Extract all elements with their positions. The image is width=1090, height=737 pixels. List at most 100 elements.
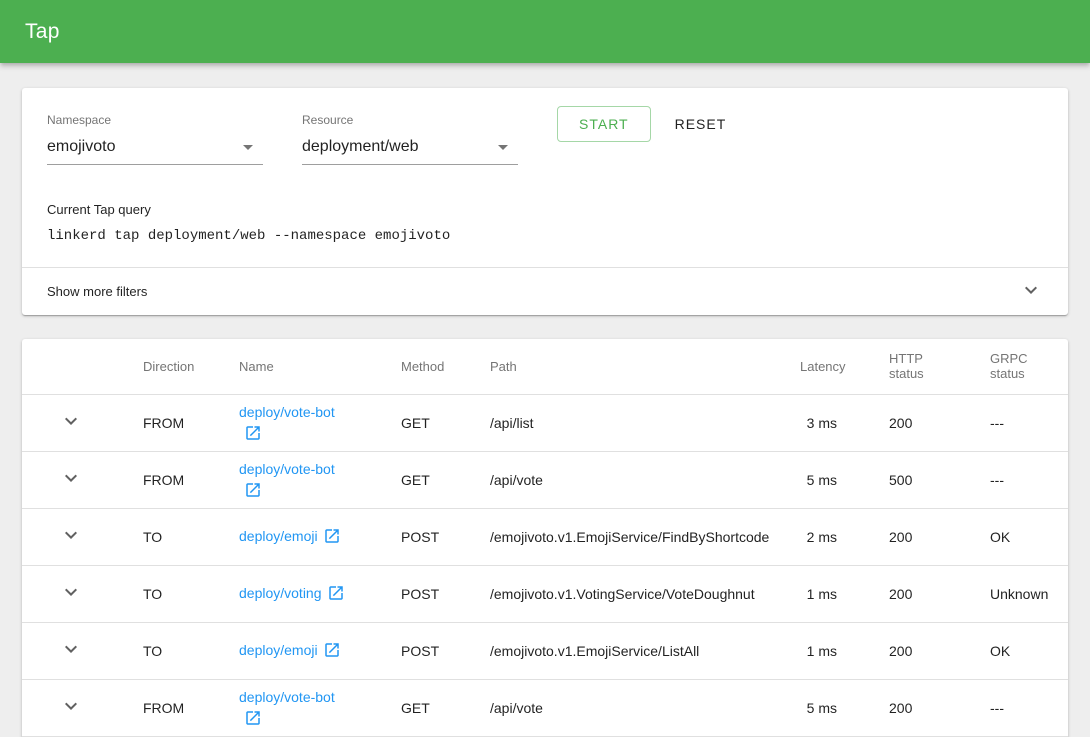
chevron-down-icon (59, 523, 83, 547)
current-tap-query-label: Current Tap query (47, 202, 1043, 217)
http-status-cell: 200 (873, 679, 974, 736)
namespace-select[interactable]: emojivoto (47, 134, 263, 165)
resource-select-group: Resource deployment/web (302, 113, 518, 165)
column-header-name: Name (223, 339, 385, 394)
namespace-label: Namespace (47, 113, 263, 127)
name-cell: deploy/voting (223, 565, 385, 622)
http-status-cell: 200 (873, 565, 974, 622)
column-header-http-status: HTTP status (873, 339, 974, 394)
table-row: FROM deploy/vote-bot GET /api/list 3 ms … (22, 394, 1068, 451)
name-cell: deploy/vote-bot (223, 394, 385, 451)
expand-row-button[interactable] (59, 409, 83, 433)
direction-cell: TO (127, 508, 223, 565)
direction-cell: TO (127, 622, 223, 679)
direction-cell: FROM (127, 451, 223, 508)
resource-link[interactable]: deploy/voting (239, 585, 322, 601)
tap-filter-card: Namespace emojivoto Resource deployment/… (22, 88, 1068, 315)
path-cell: /emojivoto.v1.VotingService/VoteDoughnut (474, 565, 784, 622)
path-cell: /emojivoto.v1.EmojiService/FindByShortco… (474, 508, 784, 565)
expand-row-button[interactable] (59, 466, 83, 490)
open-in-new-icon[interactable] (323, 641, 341, 659)
method-cell: POST (385, 622, 474, 679)
table-row: FROM deploy/vote-bot GET /api/vote 5 ms … (22, 679, 1068, 736)
table-header-row: Direction Name Method Path Latency HTTP … (22, 339, 1068, 394)
resource-select[interactable]: deployment/web (302, 134, 518, 165)
show-more-filters-label: Show more filters (47, 284, 147, 299)
http-status-cell: 200 (873, 622, 974, 679)
path-cell: /api/list (474, 394, 784, 451)
tap-results-table: Direction Name Method Path Latency HTTP … (22, 339, 1068, 737)
latency-cell: 1 ms (784, 565, 873, 622)
open-in-new-icon[interactable] (244, 481, 262, 499)
table-row: TO deploy/voting POST /emojivoto.v1.Voti… (22, 565, 1068, 622)
table-body: FROM deploy/vote-bot GET /api/list 3 ms … (22, 394, 1068, 736)
method-cell: GET (385, 451, 474, 508)
column-header-latency: Latency (784, 339, 873, 394)
name-cell: deploy/vote-bot (223, 679, 385, 736)
expand-row-button[interactable] (59, 580, 83, 604)
current-tap-query: linkerd tap deployment/web --namespace e… (47, 228, 1043, 244)
open-in-new-icon[interactable] (244, 424, 262, 442)
name-cell: deploy/emoji (223, 508, 385, 565)
grpc-status-cell: OK (974, 622, 1068, 679)
show-more-filters-toggle[interactable]: Show more filters (22, 268, 1068, 315)
column-header-method: Method (385, 339, 474, 394)
resource-link[interactable]: deploy/vote-bot (239, 461, 335, 477)
latency-cell: 2 ms (784, 508, 873, 565)
grpc-status-cell: --- (974, 451, 1068, 508)
resource-link[interactable]: deploy/emoji (239, 528, 318, 544)
table-row: FROM deploy/vote-bot GET /api/vote 5 ms … (22, 451, 1068, 508)
direction-cell: TO (127, 565, 223, 622)
method-cell: GET (385, 394, 474, 451)
resource-link[interactable]: deploy/vote-bot (239, 404, 335, 420)
chevron-down-icon (59, 580, 83, 604)
http-status-cell: 200 (873, 508, 974, 565)
expand-row-button[interactable] (59, 694, 83, 718)
table-row: TO deploy/emoji POST /emojivoto.v1.Emoji… (22, 508, 1068, 565)
method-cell: POST (385, 508, 474, 565)
resource-label: Resource (302, 113, 518, 127)
chevron-down-icon (1019, 278, 1043, 305)
app-bar: Tap (0, 0, 1090, 63)
start-button[interactable]: START (557, 106, 651, 142)
name-cell: deploy/vote-bot (223, 451, 385, 508)
latency-cell: 3 ms (784, 394, 873, 451)
resource-link[interactable]: deploy/vote-bot (239, 689, 335, 705)
expand-row-button[interactable] (59, 523, 83, 547)
open-in-new-icon[interactable] (327, 584, 345, 602)
chevron-down-icon (59, 466, 83, 490)
expand-row-button[interactable] (59, 637, 83, 661)
resource-link[interactable]: deploy/emoji (239, 642, 318, 658)
method-cell: GET (385, 679, 474, 736)
table-row: TO deploy/emoji POST /emojivoto.v1.Emoji… (22, 622, 1068, 679)
path-cell: /api/vote (474, 451, 784, 508)
http-status-cell: 500 (873, 451, 974, 508)
expander-column-header (22, 339, 127, 394)
latency-cell: 5 ms (784, 451, 873, 508)
resource-value: deployment/web (302, 138, 419, 156)
chevron-down-icon (59, 637, 83, 661)
column-header-grpc-status: GRPC status (974, 339, 1068, 394)
grpc-status-cell: OK (974, 508, 1068, 565)
direction-cell: FROM (127, 679, 223, 736)
open-in-new-icon[interactable] (244, 709, 262, 727)
name-cell: deploy/emoji (223, 622, 385, 679)
namespace-select-group: Namespace emojivoto (47, 113, 263, 165)
chevron-down-icon (59, 694, 83, 718)
dropdown-arrow-icon (243, 145, 253, 150)
page-title: Tap (25, 20, 60, 44)
path-cell: /api/vote (474, 679, 784, 736)
chevron-down-icon (59, 409, 83, 433)
main-content: Namespace emojivoto Resource deployment/… (0, 88, 1090, 737)
path-cell: /emojivoto.v1.EmojiService/ListAll (474, 622, 784, 679)
open-in-new-icon[interactable] (323, 527, 341, 545)
column-header-direction: Direction (127, 339, 223, 394)
grpc-status-cell: --- (974, 679, 1068, 736)
grpc-status-cell: --- (974, 394, 1068, 451)
grpc-status-cell: Unknown (974, 565, 1068, 622)
reset-button[interactable]: RESET (661, 106, 741, 142)
http-status-cell: 200 (873, 394, 974, 451)
namespace-value: emojivoto (47, 138, 115, 156)
method-cell: POST (385, 565, 474, 622)
tap-results-card: Direction Name Method Path Latency HTTP … (22, 339, 1068, 737)
